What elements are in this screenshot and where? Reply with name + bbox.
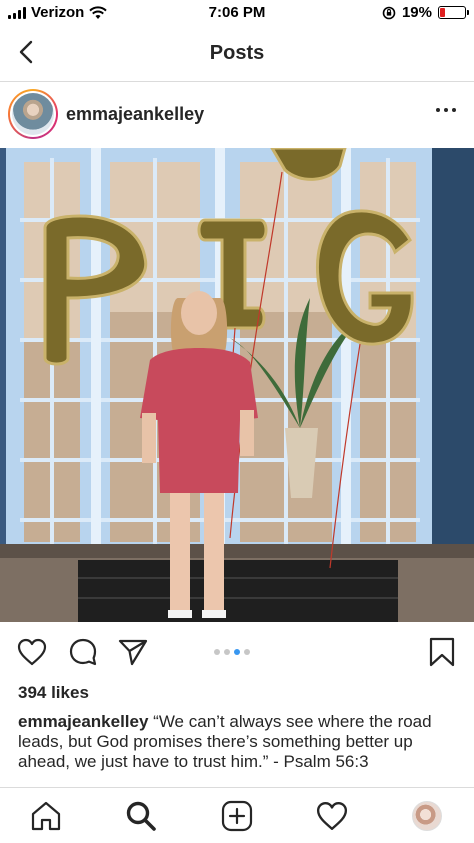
- photo-illustration: [0, 148, 474, 622]
- caption-username[interactable]: emmajeankelley: [18, 712, 148, 731]
- carousel-indicator: [214, 649, 250, 655]
- carousel-dot: [234, 649, 240, 655]
- like-button[interactable]: [16, 636, 48, 668]
- tab-search[interactable]: [123, 798, 159, 834]
- avatar[interactable]: [8, 89, 58, 139]
- post-caption: emmajeankelley “We can’t always see wher…: [18, 712, 458, 786]
- carousel-dot: [214, 649, 220, 655]
- share-button[interactable]: [117, 636, 149, 668]
- tab-profile[interactable]: [409, 798, 445, 834]
- status-bar: Verizon 7:06 PM 19%: [0, 0, 474, 26]
- post-header: emmajeankelley: [0, 84, 474, 146]
- home-icon: [31, 801, 61, 831]
- more-options-button[interactable]: [436, 108, 456, 112]
- tab-home[interactable]: [28, 798, 64, 834]
- profile-avatar: [412, 801, 442, 831]
- carousel-dot: [224, 649, 230, 655]
- carousel-dot: [244, 649, 250, 655]
- status-right: 19%: [382, 4, 469, 21]
- bookmark-icon: [429, 637, 455, 667]
- activity-icon: [316, 802, 348, 830]
- new-post-icon: [221, 800, 253, 832]
- heart-icon: [17, 638, 47, 666]
- post-username[interactable]: emmajeankelley: [66, 104, 204, 125]
- battery-icon: [438, 6, 469, 19]
- share-icon: [118, 639, 148, 666]
- search-icon: [126, 801, 156, 831]
- battery-fill: [440, 8, 445, 17]
- likes-count[interactable]: 394 likes: [18, 683, 89, 703]
- more-horizontal-icon: [436, 108, 440, 112]
- post-photo[interactable]: [0, 148, 474, 622]
- action-bar: [0, 630, 474, 674]
- rotation-lock-icon: [382, 6, 396, 19]
- battery-percent: 19%: [401, 4, 432, 21]
- tab-activity[interactable]: [314, 798, 350, 834]
- bookmark-button[interactable]: [426, 636, 458, 668]
- tab-bar: [0, 787, 474, 843]
- comment-icon: [69, 638, 97, 666]
- tab-new-post[interactable]: [219, 798, 255, 834]
- comment-button[interactable]: [67, 636, 99, 668]
- nav-header: Posts: [0, 26, 474, 82]
- page-title: Posts: [209, 42, 265, 64]
